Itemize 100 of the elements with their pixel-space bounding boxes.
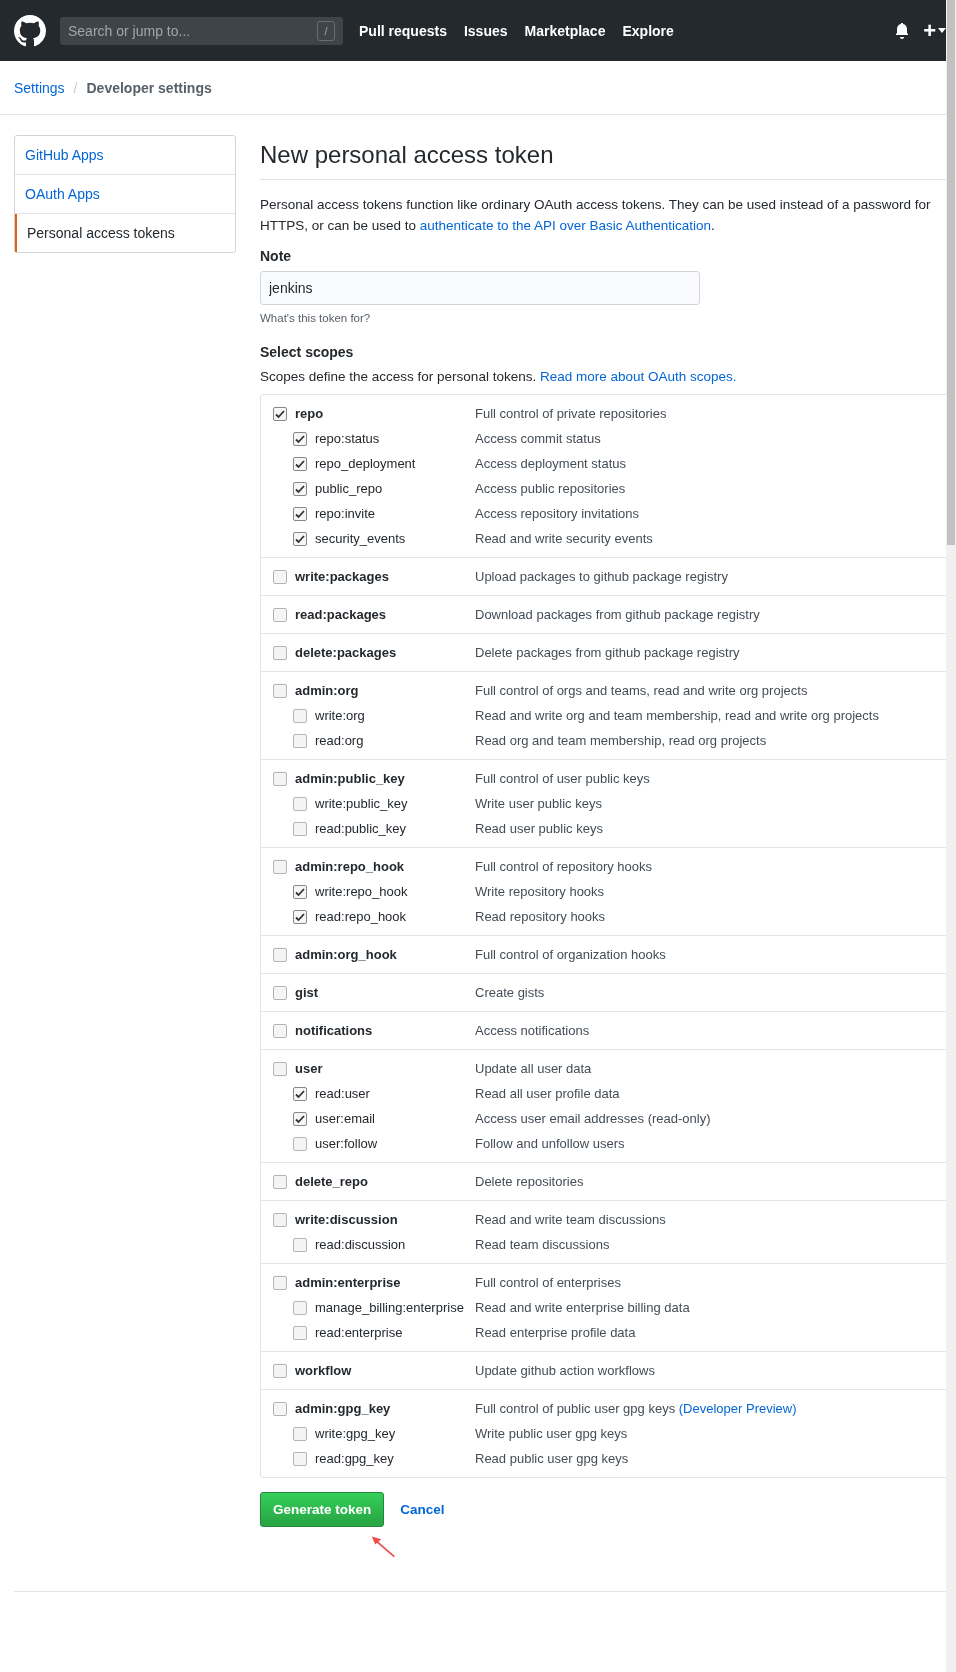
checkbox[interactable] [293,1136,307,1151]
checkbox[interactable] [273,1401,287,1416]
scope-name: manage_billing:enterprise [315,1300,465,1315]
scope-name: read:public_key [315,821,408,836]
scope-name: security_events [315,531,407,546]
scope-description: Read org and team membership, read org projects [475,733,767,748]
api-auth-link[interactable]: authenticate to the API over Basic Authentication [419,218,712,233]
checkbox[interactable] [273,645,287,660]
scope-name: workflow [295,1363,353,1378]
checkbox[interactable] [293,1237,307,1252]
checkbox[interactable] [293,1111,307,1126]
developer-preview-link[interactable]: (Developer Preview) [678,1401,797,1416]
checkbox[interactable] [273,771,287,786]
description-text: Personal access tokens function like ordinary OAuth access tokens. They can be used instead of a password for HTTPS, or can be used to authenticate to the API over Basic Authentication. [260,196,932,235]
checkbox[interactable] [273,607,287,622]
checkbox[interactable] [273,859,287,874]
checkbox[interactable] [293,1300,307,1315]
checkbox[interactable] [273,569,287,584]
checkbox[interactable] [273,1363,287,1378]
checkbox[interactable] [293,733,307,748]
scope-name: admin:org_hook [295,947,398,962]
scope-description: Read and write team discussions [475,1212,666,1227]
scope-description: Read team discussions [475,1237,610,1252]
create-menu-button[interactable]: + [923,19,946,42]
scope-description: Read and write org and team membership, read and write org projects [475,708,879,723]
scope-description: Read repository hooks [475,909,606,924]
scope-description: Upload packages to github package registry [475,569,728,584]
checkbox[interactable] [293,1426,307,1441]
scope-name: repo:invite [315,506,376,521]
scope-description: Delete repositories [475,1174,584,1189]
checkbox[interactable] [293,821,307,836]
scope-name: read:enterprise [315,1325,404,1340]
checkbox[interactable] [273,947,287,962]
octocat-logo-icon[interactable] [14,14,46,47]
checkbox[interactable] [293,1451,307,1466]
note-field[interactable]: jenkins [260,271,700,305]
checkbox[interactable] [293,708,307,723]
checkbox[interactable] [293,796,307,811]
scope-name: admin:org [295,683,360,698]
checkbox[interactable] [293,909,307,924]
scope-description: Read public user gpg keys [475,1451,629,1466]
checkbox[interactable] [273,1061,287,1076]
checkbox[interactable] [273,985,287,1000]
scope-name: user [295,1061,324,1076]
checkbox[interactable] [273,1275,287,1290]
nav-link[interactable]: Issues [463,22,508,39]
checkbox[interactable] [293,531,307,546]
scope-description: Full control of user public keys [475,771,650,786]
section-label: Select scopes [260,344,355,360]
scope-description: Read enterprise profile data [475,1325,636,1340]
checkbox[interactable] [293,506,307,521]
scope-description: Write public user gpg keys [475,1426,628,1441]
breadcrumb-link[interactable]: Settings [14,79,65,96]
checkbox[interactable] [293,456,307,471]
shortcut-key: / [317,20,335,41]
checkbox[interactable] [273,1023,287,1038]
checkbox[interactable] [273,406,287,421]
scope-description: Read and write enterprise billing data [475,1300,690,1315]
scope-name: read:gpg_key [315,1451,395,1466]
checkbox[interactable] [273,1212,287,1227]
cancel-link[interactable]: Cancel [400,1502,445,1517]
scope-name: admin:gpg_key [295,1401,392,1416]
scope-name: read:user [315,1086,371,1101]
scope-description: Write repository hooks [475,884,605,899]
checkbox[interactable] [293,481,307,496]
menu-item[interactable]: OAuth Apps [15,175,235,214]
nav-link[interactable]: Pull requests [359,22,447,39]
scope-description: Full control of repository hooks [475,859,653,874]
breadcrumb-separator: / [73,79,78,96]
checkbox[interactable] [293,1086,307,1101]
scope-description: Full control of public user gpg keys (Developer Preview) [475,1401,797,1416]
scope-name: read:org [315,733,365,748]
menu-item[interactable]: GitHub Apps [15,136,235,175]
scope-name: notifications [295,1023,374,1038]
scope-description: Read and write security events [475,531,653,546]
scope-name: repo:status [315,431,381,446]
checkbox[interactable] [293,431,307,446]
scope-name: admin:enterprise [295,1275,402,1290]
scope-name: write:discussion [295,1212,399,1227]
scope-name: read:packages [295,607,388,622]
nav-link[interactable]: Marketplace [524,22,606,39]
oauth-scopes-link[interactable]: Read more about OAuth scopes. [539,369,737,384]
scope-name: read:discussion [315,1237,407,1252]
scope-description: Create gists [475,985,545,1000]
checkbox[interactable] [293,1325,307,1340]
scope-name: admin:repo_hook [295,859,406,874]
checkbox[interactable] [273,1174,287,1189]
menu-item[interactable]: Personal access tokens [15,214,235,252]
nav-link[interactable]: Explore [622,22,674,39]
scope-description: Access deployment status [475,456,627,471]
bell-icon[interactable] [895,22,910,39]
checkbox[interactable] [273,683,287,698]
checkbox[interactable] [293,884,307,899]
scope-description: Full control of organization hooks [475,947,666,962]
field-hint: What's this token for? [260,312,372,324]
scrollbar[interactable] [946,0,956,1672]
scope-description: Write user public keys [475,796,602,811]
scope-description: Access public repositories [475,481,626,496]
scope-description: Access notifications [475,1023,590,1038]
scope-description: Full control of orgs and teams, read and write org projects [475,683,808,698]
